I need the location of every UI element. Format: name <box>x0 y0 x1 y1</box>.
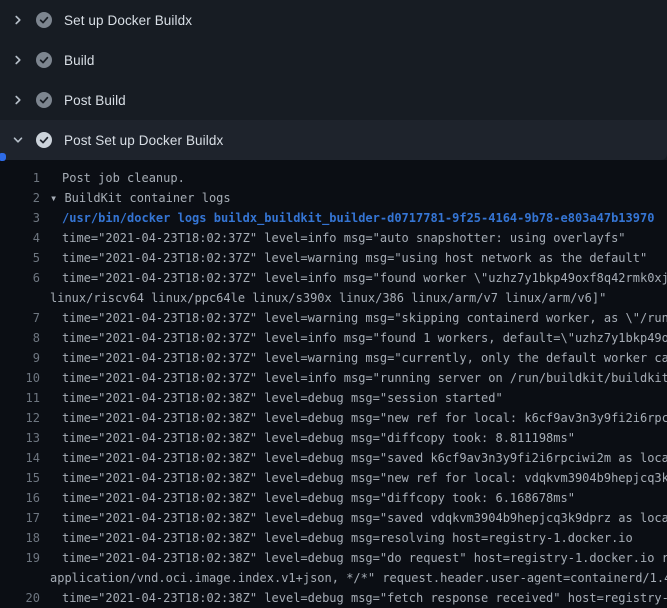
line-number[interactable]: 13 <box>0 428 40 448</box>
log-group-toggle[interactable]: ▾ BuildKit container logs <box>0 188 667 208</box>
line-number[interactable]: 2 <box>0 188 40 208</box>
log-row: 9time="2021-04-23T18:02:37Z" level=warni… <box>0 348 667 368</box>
step-sections: Set up Docker Buildx Build Post Build Post … <box>0 0 667 160</box>
log-row: 11time="2021-04-23T18:02:38Z" level=debu… <box>0 388 667 408</box>
line-number[interactable]: 6 <box>0 268 40 288</box>
log-row: 16time="2021-04-23T18:02:38Z" level=debu… <box>0 488 667 508</box>
chevron-right-icon <box>12 54 24 66</box>
log-row: 19time="2021-04-23T18:02:38Z" level=debu… <box>0 548 667 568</box>
section-label: Post Build <box>64 93 126 108</box>
log-viewer[interactable]: 1Post job cleanup.2▾ BuildKit container … <box>0 160 667 608</box>
line-number[interactable]: 11 <box>0 388 40 408</box>
check-circle-icon <box>36 92 52 108</box>
log-line-text: time="2021-04-23T18:02:38Z" level=debug … <box>0 508 667 528</box>
section-label: Post Set up Docker Buildx <box>64 133 223 148</box>
log-row: 1Post job cleanup. <box>0 168 667 188</box>
line-number[interactable]: 20 <box>0 588 40 608</box>
line-number[interactable]: 9 <box>0 348 40 368</box>
check-circle-icon <box>36 52 52 68</box>
log-line-text: time="2021-04-23T18:02:37Z" level=info m… <box>0 368 667 388</box>
log-row: 5time="2021-04-23T18:02:37Z" level=warni… <box>0 248 667 268</box>
section-label: Build <box>64 53 95 68</box>
log-row: 3/usr/bin/docker logs buildx_buildkit_bu… <box>0 208 667 228</box>
line-number[interactable]: 1 <box>0 168 40 188</box>
log-row: 13time="2021-04-23T18:02:38Z" level=debu… <box>0 428 667 448</box>
line-number[interactable]: 15 <box>0 468 40 488</box>
log-line-text: time="2021-04-23T18:02:37Z" level=warnin… <box>0 348 667 368</box>
line-number[interactable]: 5 <box>0 248 40 268</box>
log-line-text: time="2021-04-23T18:02:38Z" level=debug … <box>0 448 667 468</box>
log-line-text: time="2021-04-23T18:02:37Z" level=info m… <box>0 328 667 348</box>
chevron-right-icon <box>12 14 24 26</box>
log-command-text: /usr/bin/docker logs buildx_buildkit_bui… <box>0 208 667 228</box>
log-row: 20time="2021-04-23T18:02:38Z" level=debu… <box>0 588 667 608</box>
log-row: 6time="2021-04-23T18:02:37Z" level=info … <box>0 268 667 288</box>
section-row[interactable]: Build <box>0 40 667 80</box>
log-line-text: time="2021-04-23T18:02:38Z" level=debug … <box>0 408 667 428</box>
line-number[interactable]: 19 <box>0 548 40 568</box>
log-line-text: Post job cleanup. <box>0 168 667 188</box>
log-line-text: time="2021-04-23T18:02:38Z" level=debug … <box>0 528 667 548</box>
log-line-text: time="2021-04-23T18:02:37Z" level=info m… <box>0 268 667 288</box>
line-number[interactable]: 4 <box>0 228 40 248</box>
log-line-text: time="2021-04-23T18:02:38Z" level=debug … <box>0 428 667 448</box>
log-line-text: time="2021-04-23T18:02:38Z" level=debug … <box>0 388 667 408</box>
section-row[interactable]: Post Set up Docker Buildx <box>0 120 667 160</box>
log-line-text: time="2021-04-23T18:02:38Z" level=debug … <box>0 588 667 608</box>
line-number[interactable]: 7 <box>0 308 40 328</box>
log-line-text: time="2021-04-23T18:02:37Z" level=warnin… <box>0 248 667 268</box>
section-row[interactable]: Post Build <box>0 80 667 120</box>
log-wrapped-text: linux/riscv64 linux/ppc64le linux/s390x … <box>0 288 667 308</box>
line-number[interactable]: 12 <box>0 408 40 428</box>
log-row: 10time="2021-04-23T18:02:37Z" level=info… <box>0 368 667 388</box>
chevron-right-icon <box>12 94 24 106</box>
log-row: 15time="2021-04-23T18:02:38Z" level=debu… <box>0 468 667 488</box>
focus-accent-fragment <box>0 153 6 161</box>
line-number[interactable]: 14 <box>0 448 40 468</box>
check-circle-icon <box>36 12 52 28</box>
log-row: 2▾ BuildKit container logs <box>0 188 667 208</box>
section-label: Set up Docker Buildx <box>64 13 192 28</box>
section-row[interactable]: Set up Docker Buildx <box>0 0 667 40</box>
log-row: 7time="2021-04-23T18:02:37Z" level=warni… <box>0 308 667 328</box>
log-row: 17time="2021-04-23T18:02:38Z" level=debu… <box>0 508 667 528</box>
log-row: application/vnd.oci.image.index.v1+json,… <box>0 568 667 588</box>
line-number[interactable]: 8 <box>0 328 40 348</box>
line-number[interactable]: 16 <box>0 488 40 508</box>
line-number[interactable]: 18 <box>0 528 40 548</box>
log-line-text: time="2021-04-23T18:02:37Z" level=info m… <box>0 228 667 248</box>
log-row: 18time="2021-04-23T18:02:38Z" level=debu… <box>0 528 667 548</box>
log-row: 8time="2021-04-23T18:02:37Z" level=info … <box>0 328 667 348</box>
log-row: 12time="2021-04-23T18:02:38Z" level=debu… <box>0 408 667 428</box>
log-line-text: time="2021-04-23T18:02:38Z" level=debug … <box>0 488 667 508</box>
log-wrapped-text: application/vnd.oci.image.index.v1+json,… <box>0 568 667 588</box>
chevron-down-icon <box>12 134 24 146</box>
line-number[interactable]: 10 <box>0 368 40 388</box>
check-circle-icon <box>36 132 52 148</box>
log-line-text: time="2021-04-23T18:02:38Z" level=debug … <box>0 468 667 488</box>
line-number[interactable]: 17 <box>0 508 40 528</box>
line-number[interactable]: 3 <box>0 208 40 228</box>
log-line-text: time="2021-04-23T18:02:38Z" level=debug … <box>0 548 667 568</box>
log-row: 4time="2021-04-23T18:02:37Z" level=info … <box>0 228 667 248</box>
log-line-text: time="2021-04-23T18:02:37Z" level=warnin… <box>0 308 667 328</box>
log-row: linux/riscv64 linux/ppc64le linux/s390x … <box>0 288 667 308</box>
log-row: 14time="2021-04-23T18:02:38Z" level=debu… <box>0 448 667 468</box>
